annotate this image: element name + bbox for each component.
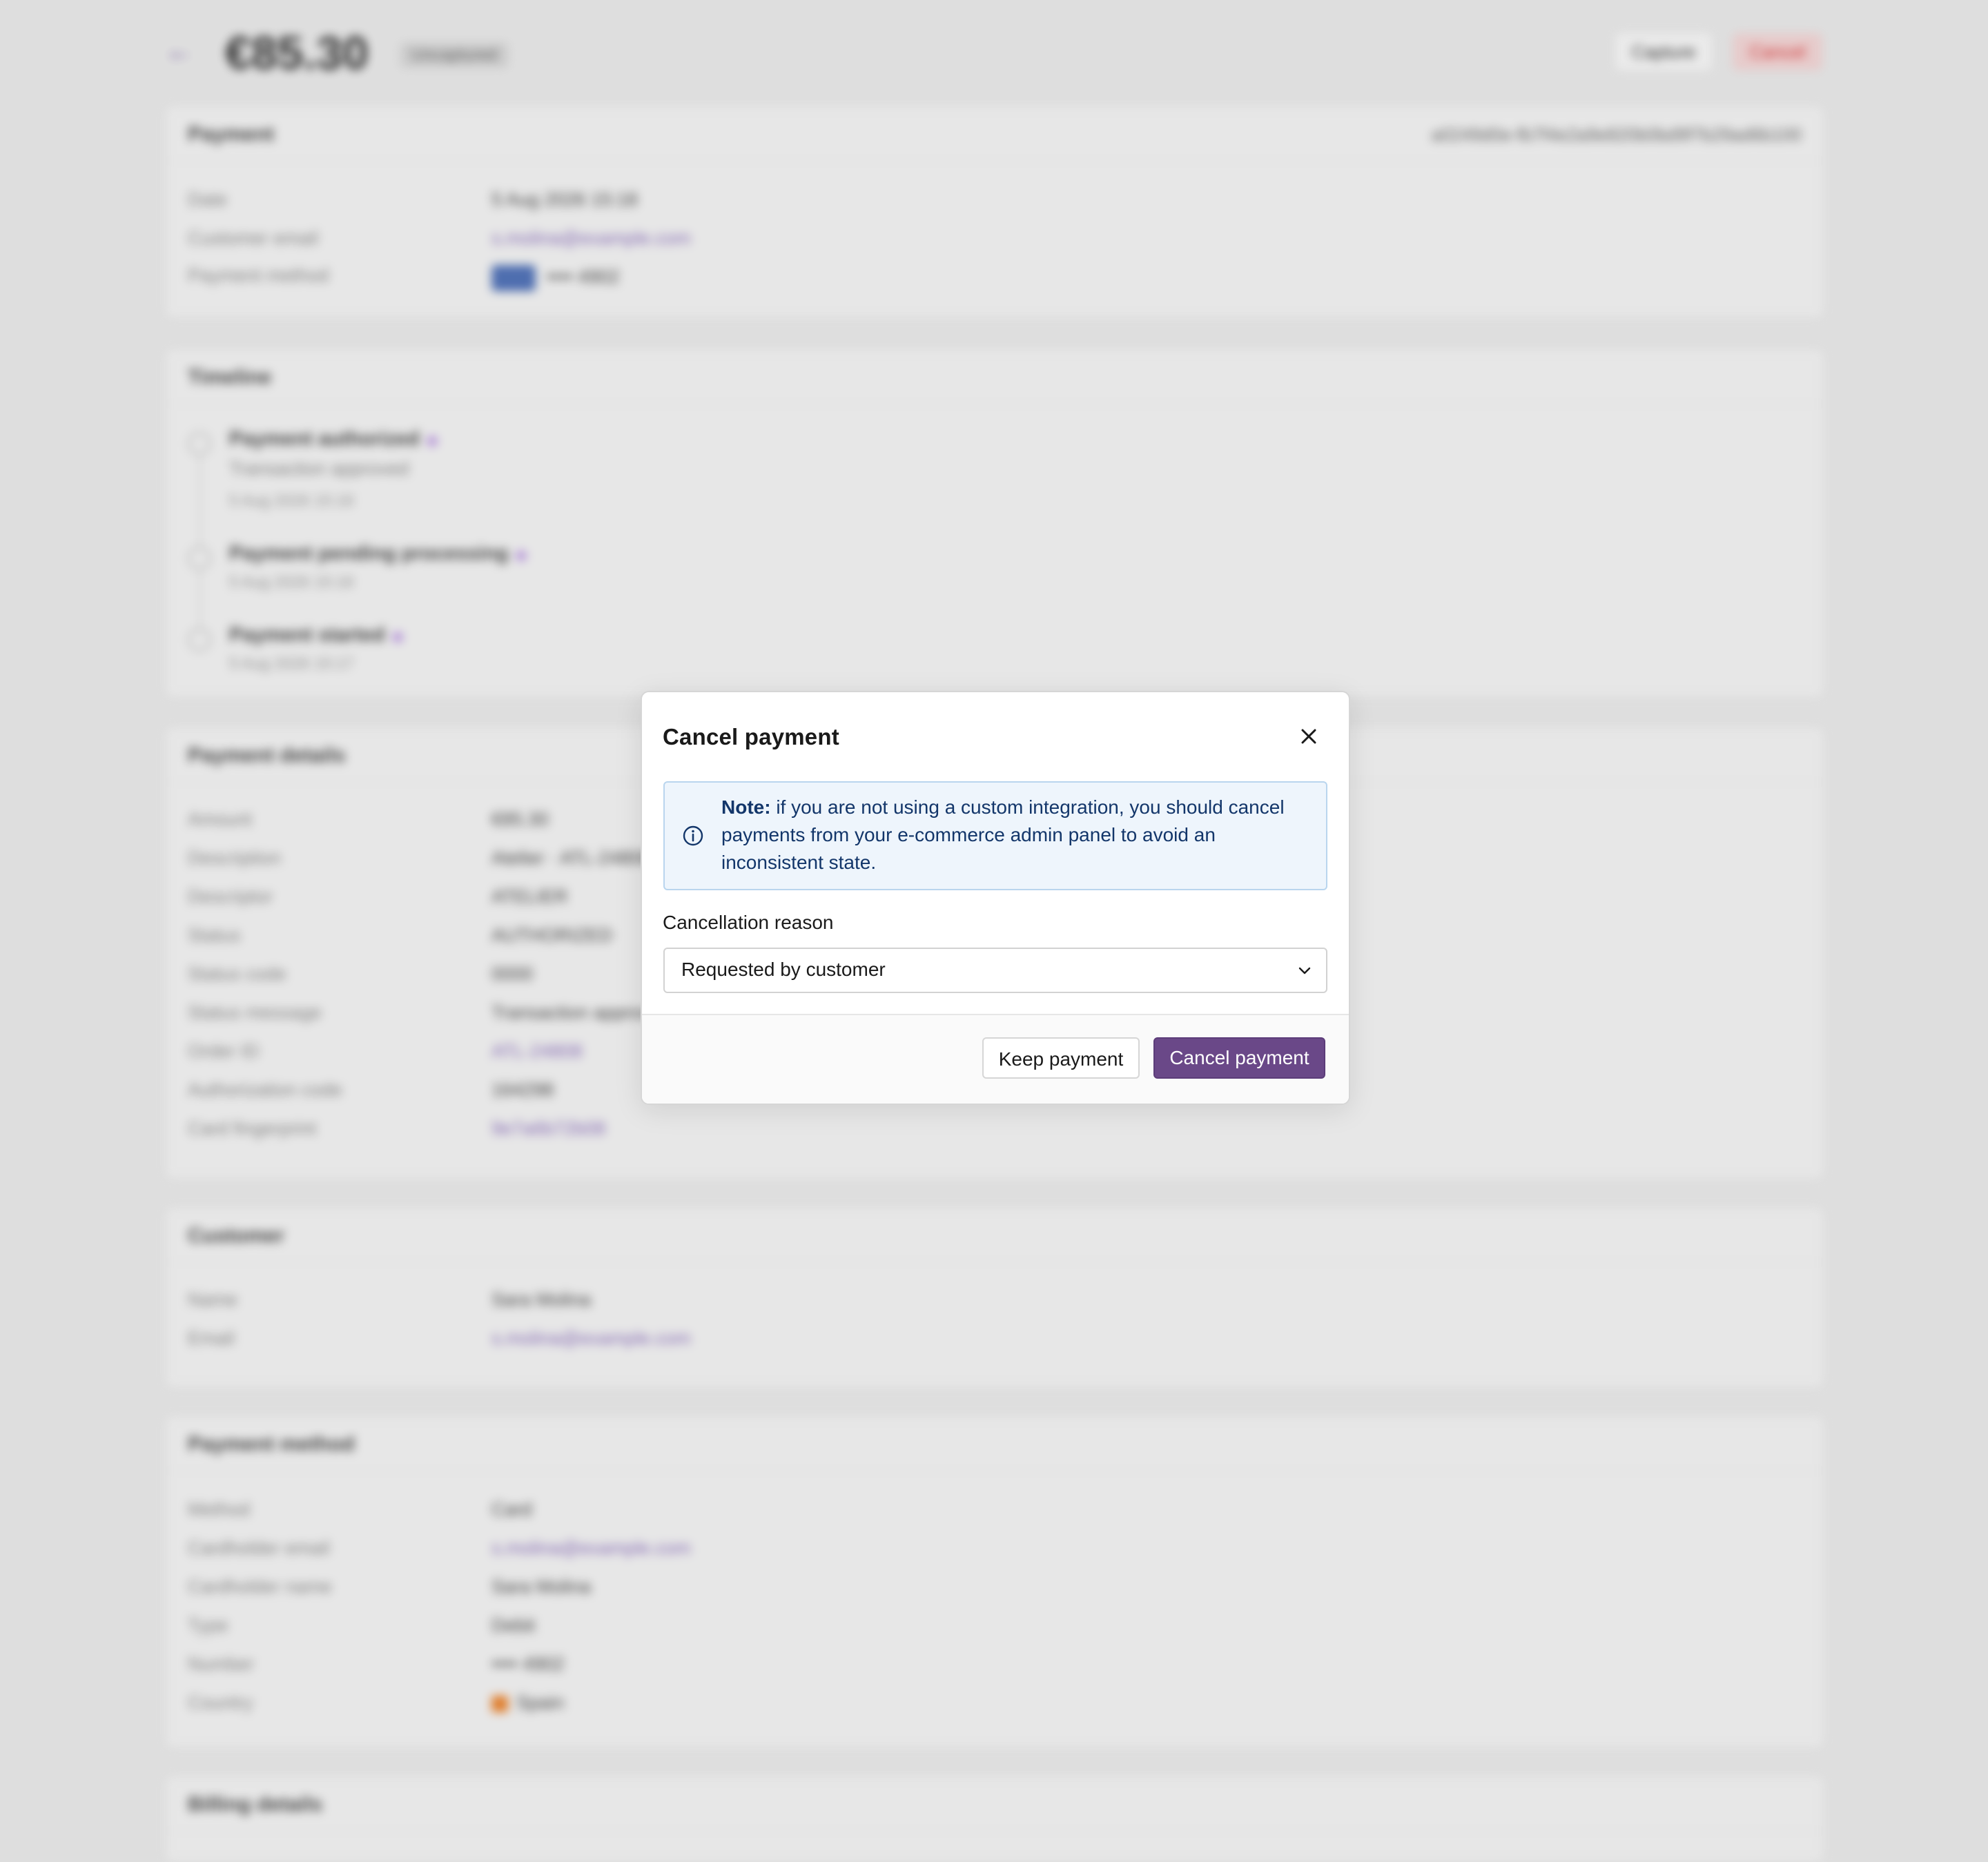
select-value: Requested by customer — [681, 959, 886, 980]
info-icon — [681, 824, 705, 847]
row-value: Sara Molina — [491, 1289, 592, 1310]
row-value: Card — [491, 1499, 532, 1520]
detail-row: Email s.molina@example.com — [188, 1328, 1775, 1355]
row-label: Amount — [188, 809, 253, 830]
event-title: Payment pending processing ◆ — [229, 542, 527, 565]
row-label: Order ID — [188, 1041, 260, 1061]
email-link[interactable]: s.molina@example.com — [491, 1328, 691, 1349]
row-label: Country — [188, 1692, 253, 1713]
card-title: Payment details — [188, 744, 346, 767]
row-value: Debit — [491, 1615, 536, 1636]
detail-row: Customer email s.molina@example.com — [188, 228, 1775, 255]
email-link[interactable]: s.molina@example.com — [491, 228, 691, 249]
row-label: Payment method — [188, 265, 329, 286]
detail-row: Cardholder name Sara Molina — [188, 1576, 1775, 1604]
detail-row: Card fingerprint 9e7a6b72b08 — [188, 1118, 1775, 1146]
detail-row: Name Sara Molina — [188, 1289, 1775, 1317]
row-value: •••• 4902 — [491, 265, 619, 291]
event-time: 5 Aug 2026 15:18 — [229, 491, 354, 509]
detail-row: Number •••• 4902 — [188, 1654, 1775, 1681]
row-label: Cardholder name — [188, 1576, 332, 1597]
detail-row: Cardholder email s.molina@example.com — [188, 1538, 1775, 1565]
row-value: €85.30 — [491, 809, 549, 830]
event-subtitle: Transaction approved — [229, 458, 409, 479]
keep-payment-button[interactable]: Keep payment — [982, 1037, 1140, 1079]
row-label: Cardholder email — [188, 1538, 330, 1558]
row-value: 5 Aug 2026 15:18 — [491, 189, 638, 210]
row-value: 0000 — [491, 963, 534, 984]
detail-row: Type Debit — [188, 1615, 1775, 1643]
row-value: ATELIER — [491, 886, 568, 907]
detail-row: Country Spain — [188, 1692, 1775, 1720]
email-link[interactable]: s.molina@example.com — [491, 1538, 691, 1559]
cancellation-reason-label: Cancellation reason — [663, 912, 834, 933]
row-value: Sara Molina — [491, 1576, 592, 1597]
card-title: Payment method — [188, 1433, 355, 1456]
detail-row: Payment method •••• 4902 — [188, 265, 1775, 293]
card-title: Billing details — [188, 1793, 323, 1816]
timeline-event: Payment pending processing ◆ 5 Aug 2026 1… — [188, 542, 809, 598]
row-value: 164298 — [491, 1079, 554, 1100]
event-time: 5 Aug 2026 15:17 — [229, 654, 354, 672]
row-label: Status code — [188, 963, 286, 984]
row-label: Status message — [188, 1002, 322, 1023]
dialog-title: Cancel payment — [663, 724, 839, 749]
payment-id: a0249d0e-fb7f4e2a9e820b0bd9f7b29ad6b100 — [1431, 124, 1802, 145]
row-value: AUTHORIZED — [491, 925, 613, 945]
card-title: Timeline — [188, 366, 272, 389]
note-bold: Note: — [721, 796, 771, 818]
row-value: •••• 4902 — [491, 1654, 565, 1674]
row-label: Descriptor — [188, 886, 273, 907]
payment-card: Payment a0249d0e-fb7f4e2a9e820b0bd9f7b29… — [166, 106, 1824, 317]
billing-card: Billing details — [166, 1776, 1824, 1862]
capture-button[interactable]: Capture — [1615, 33, 1712, 70]
event-time: 5 Aug 2026 15:18 — [229, 573, 354, 591]
order-link[interactable]: ATL-24808 — [491, 1041, 583, 1062]
note-callout: Note: if you are not using a custom inte… — [663, 781, 1327, 890]
timeline-event: Payment started ◆ 5 Aug 2026 15:17 — [188, 624, 809, 679]
row-value: Atelier · ATL-24808 — [491, 847, 651, 868]
row-label: Method — [188, 1499, 251, 1520]
timeline-dot — [188, 628, 211, 651]
timeline-event: Payment authorized ◆ Transaction approved… — [188, 428, 809, 525]
cancel-payment-button[interactable]: Cancel payment — [1153, 1037, 1325, 1079]
row-label: Description — [188, 847, 282, 868]
row-label: Number — [188, 1654, 255, 1674]
note-body: if you are not using a custom integratio… — [721, 796, 1285, 873]
close-icon[interactable] — [1295, 723, 1323, 750]
row-label: Card fingerprint — [188, 1118, 317, 1139]
row-label: Type — [188, 1615, 228, 1636]
note-text: Note: if you are not using a custom inte… — [721, 794, 1315, 876]
status-badge: Uncaptured — [400, 43, 509, 68]
customer-card: Customer Name Sara Molina Email s.molina@e… — [166, 1208, 1824, 1387]
event-title: Payment started ◆ — [229, 624, 404, 646]
event-title: Payment authorized ◆ — [229, 428, 438, 450]
detail-row: Date 5 Aug 2026 15:18 — [188, 189, 1775, 217]
row-label: Email — [188, 1328, 235, 1349]
row-label: Customer email — [188, 228, 319, 248]
card-title: Payment — [188, 123, 275, 146]
dialog-footer: Keep payment Cancel payment — [642, 1014, 1349, 1104]
cancel-button[interactable]: Cancel — [1733, 33, 1822, 70]
row-label: Date — [188, 189, 228, 210]
row-label: Status — [188, 925, 241, 945]
payment-amount: €85.30 — [225, 27, 369, 79]
row-label: Authorization code — [188, 1079, 342, 1100]
timeline-dot — [188, 547, 211, 570]
card-brand-icon — [491, 265, 536, 291]
cancel-payment-dialog: Cancel payment Note: if you are not usin… — [641, 691, 1350, 1105]
page-header: ← €85.30 Uncaptured Capture Cancel — [166, 21, 1822, 83]
flag-icon — [491, 1695, 508, 1712]
detail-row: Method Card — [188, 1499, 1775, 1527]
chevron-down-icon — [1296, 961, 1314, 979]
arrow-left-icon[interactable]: ← — [166, 36, 193, 67]
card-title: Customer — [188, 1224, 285, 1247]
row-value: Spain — [491, 1692, 564, 1714]
row-label: Name — [188, 1289, 238, 1310]
payment-method-card: Payment method Method Card Cardholder ema… — [166, 1416, 1824, 1747]
cancellation-reason-select[interactable]: Requested by customer — [663, 948, 1327, 993]
timeline-card: Timeline Payment authorized ◆ Transaction… — [166, 349, 1824, 697]
timeline-dot — [188, 432, 211, 455]
fingerprint-link[interactable]: 9e7a6b72b08 — [491, 1118, 605, 1139]
